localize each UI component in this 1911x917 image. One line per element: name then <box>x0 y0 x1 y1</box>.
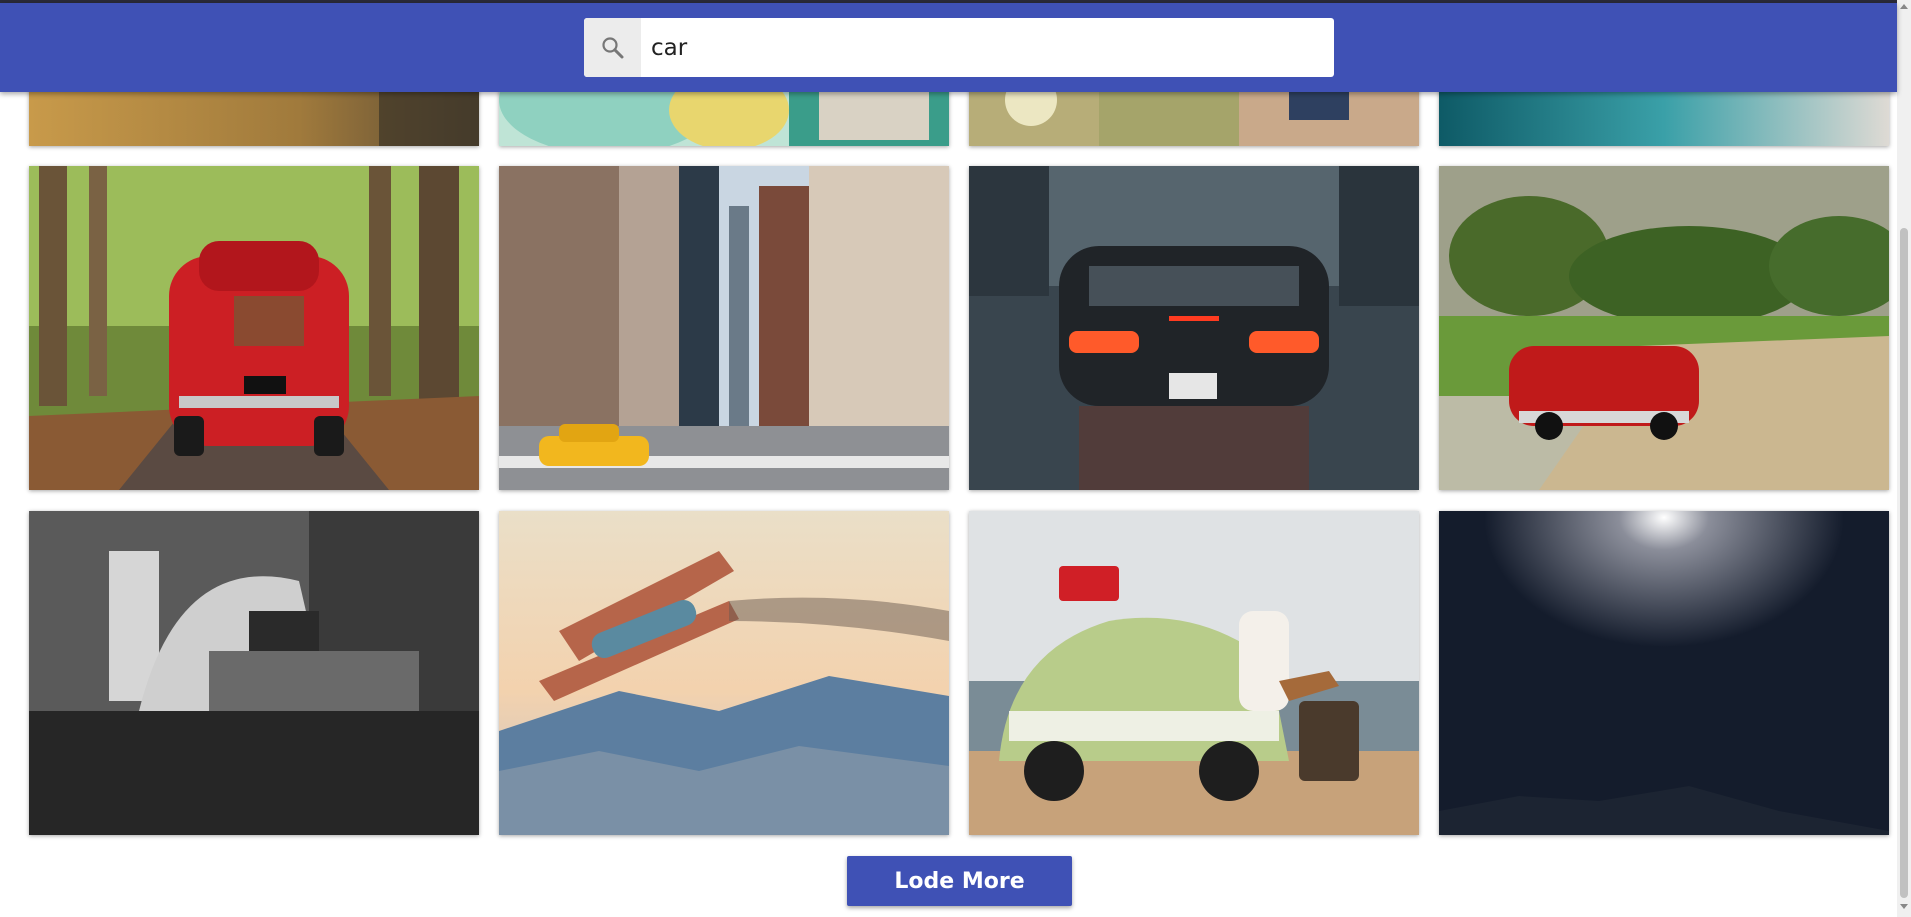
scroll-up-icon[interactable] <box>1900 4 1908 9</box>
gallery-image[interactable] <box>1439 166 1889 490</box>
gallery-image[interactable] <box>499 166 949 490</box>
gallery-image[interactable] <box>29 166 479 490</box>
search-bar <box>584 18 1334 77</box>
load-more-button[interactable]: Lode More <box>847 856 1072 906</box>
scrollbar[interactable] <box>1897 0 1911 917</box>
search-input[interactable] <box>641 18 1334 77</box>
app-header <box>0 3 1897 92</box>
gallery-image[interactable] <box>499 511 949 835</box>
gallery-image[interactable] <box>969 511 1419 835</box>
search-icon[interactable] <box>584 18 641 77</box>
scroll-down-icon[interactable] <box>1900 904 1908 909</box>
gallery-image[interactable] <box>969 166 1419 490</box>
scrollbar-thumb[interactable] <box>1900 228 1908 898</box>
gallery-image[interactable] <box>1439 511 1889 835</box>
gallery-image[interactable] <box>29 511 479 835</box>
